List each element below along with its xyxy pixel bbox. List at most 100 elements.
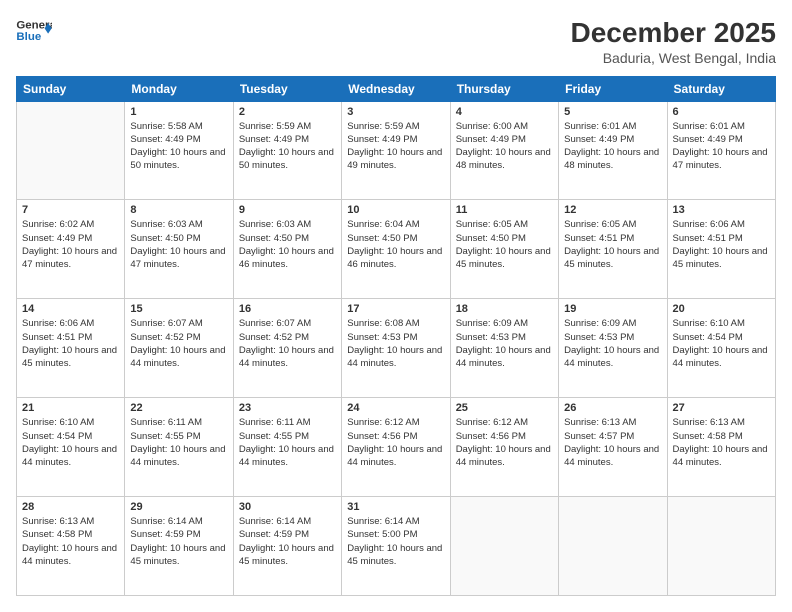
cell-content: Sunrise: 6:00 AMSunset: 4:49 PMDaylight:… bbox=[456, 120, 553, 173]
day-number: 22 bbox=[130, 402, 227, 414]
sunrise-text: Sunrise: 6:05 AM bbox=[456, 218, 553, 231]
cell-content: Sunrise: 6:13 AMSunset: 4:57 PMDaylight:… bbox=[564, 416, 661, 469]
day-number: 25 bbox=[456, 402, 553, 414]
logo-icon: General Blue bbox=[16, 16, 52, 46]
sunrise-text: Sunrise: 6:14 AM bbox=[239, 515, 336, 528]
sunset-text: Sunset: 4:49 PM bbox=[239, 133, 336, 146]
cell-content: Sunrise: 6:01 AMSunset: 4:49 PMDaylight:… bbox=[564, 120, 661, 173]
daylight-text: Daylight: 10 hours and 44 minutes. bbox=[22, 443, 119, 470]
daylight-text: Daylight: 10 hours and 44 minutes. bbox=[564, 344, 661, 371]
calendar-cell: 29Sunrise: 6:14 AMSunset: 4:59 PMDayligh… bbox=[125, 497, 233, 596]
sunset-text: Sunset: 4:50 PM bbox=[130, 232, 227, 245]
sunset-text: Sunset: 4:53 PM bbox=[456, 331, 553, 344]
daylight-text: Daylight: 10 hours and 45 minutes. bbox=[456, 245, 553, 272]
cell-content: Sunrise: 6:14 AMSunset: 4:59 PMDaylight:… bbox=[239, 515, 336, 568]
sunrise-text: Sunrise: 6:12 AM bbox=[347, 416, 444, 429]
daylight-text: Daylight: 10 hours and 44 minutes. bbox=[347, 344, 444, 371]
sunrise-text: Sunrise: 6:13 AM bbox=[564, 416, 661, 429]
sunset-text: Sunset: 4:49 PM bbox=[456, 133, 553, 146]
calendar-cell bbox=[450, 497, 558, 596]
sunset-text: Sunset: 4:54 PM bbox=[673, 331, 770, 344]
daylight-text: Daylight: 10 hours and 46 minutes. bbox=[347, 245, 444, 272]
sunrise-text: Sunrise: 6:13 AM bbox=[673, 416, 770, 429]
day-number: 29 bbox=[130, 501, 227, 513]
day-number: 31 bbox=[347, 501, 444, 513]
weekday-header-tuesday: Tuesday bbox=[233, 76, 341, 101]
cell-content: Sunrise: 6:09 AMSunset: 4:53 PMDaylight:… bbox=[564, 317, 661, 370]
calendar-cell: 25Sunrise: 6:12 AMSunset: 4:56 PMDayligh… bbox=[450, 398, 558, 497]
sunrise-text: Sunrise: 6:06 AM bbox=[673, 218, 770, 231]
sunset-text: Sunset: 4:53 PM bbox=[564, 331, 661, 344]
day-number: 17 bbox=[347, 303, 444, 315]
sunset-text: Sunset: 4:50 PM bbox=[456, 232, 553, 245]
calendar-cell: 1Sunrise: 5:58 AMSunset: 4:49 PMDaylight… bbox=[125, 101, 233, 200]
sunset-text: Sunset: 4:58 PM bbox=[22, 528, 119, 541]
calendar-cell bbox=[667, 497, 775, 596]
day-number: 6 bbox=[673, 106, 770, 118]
day-number: 30 bbox=[239, 501, 336, 513]
daylight-text: Daylight: 10 hours and 44 minutes. bbox=[239, 443, 336, 470]
daylight-text: Daylight: 10 hours and 50 minutes. bbox=[130, 146, 227, 173]
day-number: 1 bbox=[130, 106, 227, 118]
cell-content: Sunrise: 5:59 AMSunset: 4:49 PMDaylight:… bbox=[239, 120, 336, 173]
daylight-text: Daylight: 10 hours and 44 minutes. bbox=[456, 443, 553, 470]
sunrise-text: Sunrise: 6:04 AM bbox=[347, 218, 444, 231]
day-number: 27 bbox=[673, 402, 770, 414]
cell-content: Sunrise: 6:10 AMSunset: 4:54 PMDaylight:… bbox=[22, 416, 119, 469]
calendar-cell: 19Sunrise: 6:09 AMSunset: 4:53 PMDayligh… bbox=[559, 299, 667, 398]
sunset-text: Sunset: 4:49 PM bbox=[564, 133, 661, 146]
calendar-cell: 4Sunrise: 6:00 AMSunset: 4:49 PMDaylight… bbox=[450, 101, 558, 200]
sunset-text: Sunset: 4:49 PM bbox=[130, 133, 227, 146]
sunrise-text: Sunrise: 5:59 AM bbox=[239, 120, 336, 133]
day-number: 14 bbox=[22, 303, 119, 315]
sunset-text: Sunset: 4:59 PM bbox=[239, 528, 336, 541]
day-number: 28 bbox=[22, 501, 119, 513]
sunrise-text: Sunrise: 6:10 AM bbox=[22, 416, 119, 429]
sunset-text: Sunset: 4:51 PM bbox=[673, 232, 770, 245]
title-block: December 2025 Baduria, West Bengal, Indi… bbox=[571, 16, 776, 66]
daylight-text: Daylight: 10 hours and 45 minutes. bbox=[673, 245, 770, 272]
daylight-text: Daylight: 10 hours and 44 minutes. bbox=[564, 443, 661, 470]
calendar-cell: 27Sunrise: 6:13 AMSunset: 4:58 PMDayligh… bbox=[667, 398, 775, 497]
cell-content: Sunrise: 6:03 AMSunset: 4:50 PMDaylight:… bbox=[130, 218, 227, 271]
weekday-header-row: SundayMondayTuesdayWednesdayThursdayFrid… bbox=[17, 76, 776, 101]
day-number: 8 bbox=[130, 204, 227, 216]
calendar-cell: 16Sunrise: 6:07 AMSunset: 4:52 PMDayligh… bbox=[233, 299, 341, 398]
cell-content: Sunrise: 6:05 AMSunset: 4:50 PMDaylight:… bbox=[456, 218, 553, 271]
sunrise-text: Sunrise: 6:01 AM bbox=[673, 120, 770, 133]
sunrise-text: Sunrise: 6:08 AM bbox=[347, 317, 444, 330]
daylight-text: Daylight: 10 hours and 50 minutes. bbox=[239, 146, 336, 173]
day-number: 15 bbox=[130, 303, 227, 315]
sunrise-text: Sunrise: 6:06 AM bbox=[22, 317, 119, 330]
daylight-text: Daylight: 10 hours and 45 minutes. bbox=[130, 542, 227, 569]
daylight-text: Daylight: 10 hours and 45 minutes. bbox=[564, 245, 661, 272]
weekday-header-thursday: Thursday bbox=[450, 76, 558, 101]
sunset-text: Sunset: 4:55 PM bbox=[130, 430, 227, 443]
cell-content: Sunrise: 6:09 AMSunset: 4:53 PMDaylight:… bbox=[456, 317, 553, 370]
sunset-text: Sunset: 4:55 PM bbox=[239, 430, 336, 443]
cell-content: Sunrise: 6:02 AMSunset: 4:49 PMDaylight:… bbox=[22, 218, 119, 271]
daylight-text: Daylight: 10 hours and 45 minutes. bbox=[22, 344, 119, 371]
calendar-cell: 28Sunrise: 6:13 AMSunset: 4:58 PMDayligh… bbox=[17, 497, 125, 596]
week-row-3: 14Sunrise: 6:06 AMSunset: 4:51 PMDayligh… bbox=[17, 299, 776, 398]
sunset-text: Sunset: 4:58 PM bbox=[673, 430, 770, 443]
day-number: 18 bbox=[456, 303, 553, 315]
calendar-cell: 14Sunrise: 6:06 AMSunset: 4:51 PMDayligh… bbox=[17, 299, 125, 398]
cell-content: Sunrise: 6:14 AMSunset: 5:00 PMDaylight:… bbox=[347, 515, 444, 568]
week-row-1: 1Sunrise: 5:58 AMSunset: 4:49 PMDaylight… bbox=[17, 101, 776, 200]
calendar-cell: 15Sunrise: 6:07 AMSunset: 4:52 PMDayligh… bbox=[125, 299, 233, 398]
calendar-cell: 22 Sunrise: 6:11 AMSunset: 4:55 PMDayligh… bbox=[125, 398, 233, 497]
sunrise-text: Sunrise: 6:14 AM bbox=[347, 515, 444, 528]
sunrise-text: Sunrise: 6:09 AM bbox=[456, 317, 553, 330]
cell-content: Sunrise: 6:01 AMSunset: 4:49 PMDaylight:… bbox=[673, 120, 770, 173]
day-number: 7 bbox=[22, 204, 119, 216]
sunrise-text: Sunrise: 6:13 AM bbox=[22, 515, 119, 528]
calendar-cell: 5Sunrise: 6:01 AMSunset: 4:49 PMDaylight… bbox=[559, 101, 667, 200]
day-number: 10 bbox=[347, 204, 444, 216]
daylight-text: Daylight: 10 hours and 44 minutes. bbox=[130, 443, 227, 470]
calendar-cell: 23Sunrise: 6:11 AMSunset: 4:55 PMDayligh… bbox=[233, 398, 341, 497]
calendar-cell: 18 Sunrise: 6:09 AMSunset: 4:53 PMDayligh… bbox=[450, 299, 558, 398]
daylight-text: Daylight: 10 hours and 44 minutes. bbox=[130, 344, 227, 371]
sunrise-text: Sunrise: 6:11 AM bbox=[130, 416, 227, 429]
week-row-5: 28 Sunrise: 6:13 AMSunset: 4:58 PM Dayligh… bbox=[17, 497, 776, 596]
